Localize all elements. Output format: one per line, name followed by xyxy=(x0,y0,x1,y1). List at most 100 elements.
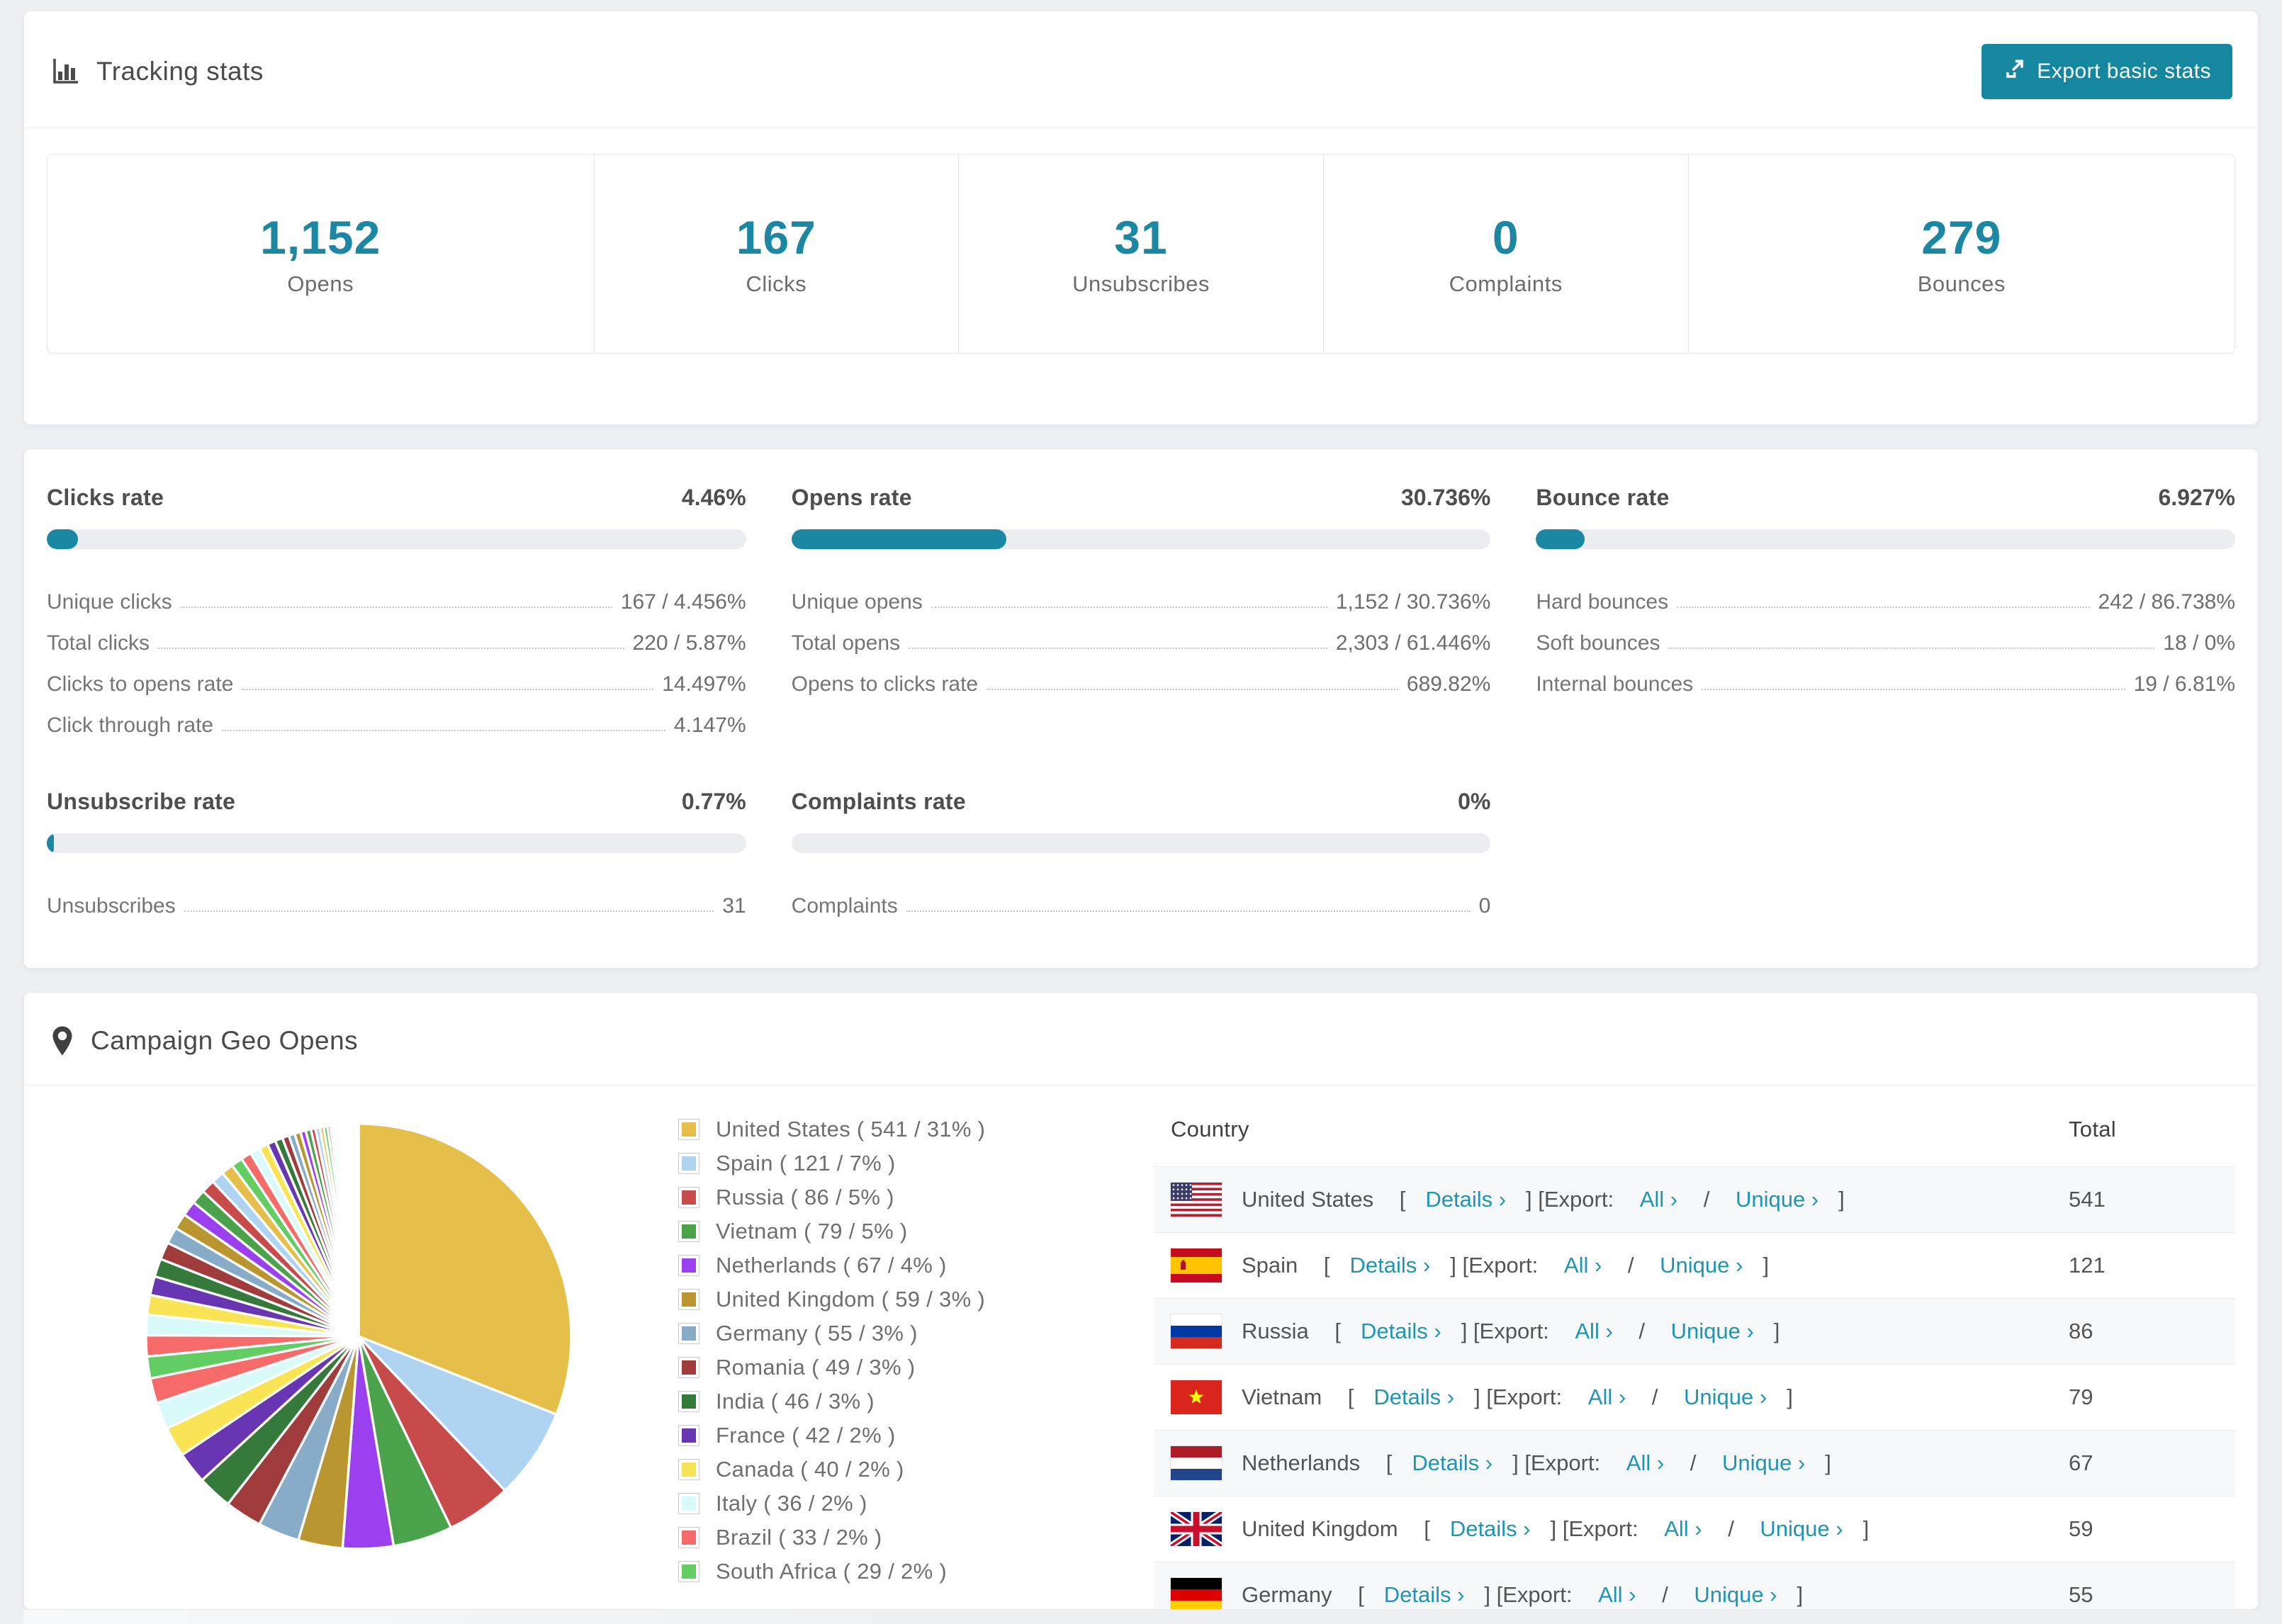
rate-row-label: Unique clicks xyxy=(47,590,172,614)
legend-label: India ( 46 / 3% ) xyxy=(716,1389,875,1414)
geo-table-row-de: Germany [Details ›] [Export: All › / Uni… xyxy=(1154,1562,2235,1609)
separator: / xyxy=(1697,1187,1716,1212)
dotted-leader xyxy=(1702,689,2125,690)
legend-swatch xyxy=(679,1494,699,1513)
legend-label: United Kingdom ( 59 / 3% ) xyxy=(716,1287,985,1312)
flag-icon-gb xyxy=(1171,1512,1222,1546)
geo-table: Country Total United States [ Details › ] … xyxy=(1154,1093,2235,1609)
progress-bar-fill xyxy=(1536,529,1585,549)
stat-value: 31 xyxy=(1114,211,1168,264)
details-link[interactable]: Details › xyxy=(1450,1516,1531,1542)
rate-row-label: Clicks to opens rate xyxy=(47,672,234,696)
rate-head: Complaints rate 0% xyxy=(792,789,1491,815)
rate-row-label: Hard bounces xyxy=(1536,590,1669,614)
dotted-leader xyxy=(184,910,714,912)
country-name: United States xyxy=(1242,1187,1374,1212)
bar-chart-icon xyxy=(50,56,81,87)
rate-block-bounce-rate: Bounce rate 6.927% Hard bounces 242 / 86.73… xyxy=(1536,485,2235,738)
details-link[interactable]: Details › xyxy=(1373,1385,1454,1410)
rate-row: Internal bounces 19 / 6.81% xyxy=(1536,655,2235,697)
legend-swatch xyxy=(679,1324,699,1343)
separator: / xyxy=(1646,1385,1665,1409)
dotted-leader xyxy=(242,689,654,690)
flag-icon-us xyxy=(1171,1183,1222,1217)
export-all-link[interactable]: All › xyxy=(1640,1187,1677,1212)
bracket: [ xyxy=(1328,1319,1341,1343)
separator: / xyxy=(1684,1450,1702,1475)
dotted-leader xyxy=(906,910,1471,912)
rate-row-value: 14.497% xyxy=(662,672,746,696)
progress-bar-track xyxy=(791,529,1491,549)
rate-row-value: 220 / 5.87% xyxy=(632,631,746,655)
stat-value: 0 xyxy=(1492,211,1519,264)
dotted-leader xyxy=(180,607,612,608)
legend-swatch xyxy=(679,1222,699,1241)
export-unique-link[interactable]: Unique › xyxy=(1684,1385,1767,1410)
rate-percentage: 6.927% xyxy=(2158,485,2235,510)
export-unique-link[interactable]: Unique › xyxy=(1722,1450,1805,1476)
export-all-link[interactable]: All › xyxy=(1598,1582,1636,1608)
export-unique-link[interactable]: Unique › xyxy=(1660,1253,1743,1278)
details-link[interactable]: Details › xyxy=(1384,1582,1465,1608)
rate-percentage: 30.736% xyxy=(1401,485,1491,510)
export-all-link[interactable]: All › xyxy=(1564,1253,1602,1278)
rate-title: Complaints rate xyxy=(791,789,966,814)
bracket: [ xyxy=(1393,1187,1406,1212)
export-all-link[interactable]: All › xyxy=(1575,1319,1612,1344)
country-cell: Vietnam [Details ›] [Export: All › / Uni… xyxy=(1171,1380,2069,1414)
export-basic-stats-button[interactable]: Export basic stats xyxy=(1982,44,2232,99)
export-unique-link[interactable]: Unique › xyxy=(1736,1187,1819,1212)
country-cell: Russia [Details ›] [Export: All › / Uniq… xyxy=(1171,1314,2069,1348)
rate-percentage: 0.77% xyxy=(681,789,746,814)
details-link[interactable]: Details › xyxy=(1350,1253,1431,1278)
export-all-link[interactable]: All › xyxy=(1588,1385,1626,1410)
bracket: ] [Export: xyxy=(1461,1319,1556,1343)
export-unique-link[interactable]: Unique › xyxy=(1694,1582,1777,1608)
export-all-link[interactable]: All › xyxy=(1626,1450,1664,1476)
rate-row: Opens to clicks rate 689.82% xyxy=(792,655,1491,697)
legend-item-france: France ( 42 / 2% ) xyxy=(679,1423,1132,1448)
rate-rows: Hard bounces 242 / 86.738% Soft bounces 18 … xyxy=(1536,573,2235,697)
stat-label: Unsubscribes xyxy=(1072,271,1210,296)
dotted-leader xyxy=(987,689,1398,690)
rate-row-value: 242 / 86.738% xyxy=(2098,590,2236,614)
rate-rows: Unique opens 1,152 / 30.736% Total opens 2,… xyxy=(792,573,1491,697)
bracket: [ xyxy=(1380,1450,1393,1475)
rate-row-label: Total opens xyxy=(791,631,901,655)
country-total: 121 xyxy=(2069,1232,2235,1299)
flag-icon-nl xyxy=(1171,1446,1222,1480)
legend-label: United States ( 541 / 31% ) xyxy=(716,1117,986,1141)
geo-table-header-total: Total xyxy=(2069,1117,2116,1141)
rate-row-label: Total clicks xyxy=(47,631,150,655)
details-link[interactable]: Details › xyxy=(1425,1187,1506,1212)
separator: / xyxy=(1721,1516,1741,1541)
progress-bar-track xyxy=(47,833,746,853)
rate-row-value: 19 / 6.81% xyxy=(2133,672,2235,696)
flag-icon-es xyxy=(1171,1248,1222,1282)
separator: / xyxy=(1632,1319,1651,1343)
rate-row: Unique opens 1,152 / 30.736% xyxy=(792,573,1491,614)
rate-title: Unsubscribe rate xyxy=(47,789,236,814)
stat-value: 167 xyxy=(736,211,816,264)
export-unique-link[interactable]: Unique › xyxy=(1760,1516,1843,1542)
rate-rows: Unsubscribes 31 xyxy=(47,877,746,918)
export-unique-link[interactable]: Unique › xyxy=(1671,1319,1754,1344)
progress-bar-fill xyxy=(47,833,54,853)
legend-item-netherlands: Netherlands ( 67 / 4% ) xyxy=(679,1253,1132,1278)
geo-table-row-ru: Russia [Details ›] [Export: All › / Uniq… xyxy=(1154,1298,2235,1365)
details-link[interactable]: Details › xyxy=(1412,1450,1493,1476)
dashboard-page: Tracking stats Export basic stats 1,152 O… xyxy=(0,0,2282,1610)
country-name: Spain xyxy=(1242,1253,1298,1278)
rate-row-value: 1,152 / 30.736% xyxy=(1335,590,1491,614)
geo-table-header-country: Country xyxy=(1171,1117,1249,1141)
export-all-link[interactable]: All › xyxy=(1664,1516,1702,1542)
rate-row-value: 689.82% xyxy=(1406,672,1491,696)
details-link[interactable]: Details › xyxy=(1361,1319,1441,1344)
rate-row: Clicks to opens rate 14.497% xyxy=(47,655,746,697)
progress-bar-fill xyxy=(47,529,78,549)
rate-row-label: Internal bounces xyxy=(1536,672,1694,696)
legend-swatch xyxy=(679,1290,699,1309)
dotted-leader xyxy=(909,648,1327,649)
export-icon xyxy=(2003,57,2027,86)
geo-table-wrap: Country Total United States [ Details › ] … xyxy=(1154,1093,2235,1609)
